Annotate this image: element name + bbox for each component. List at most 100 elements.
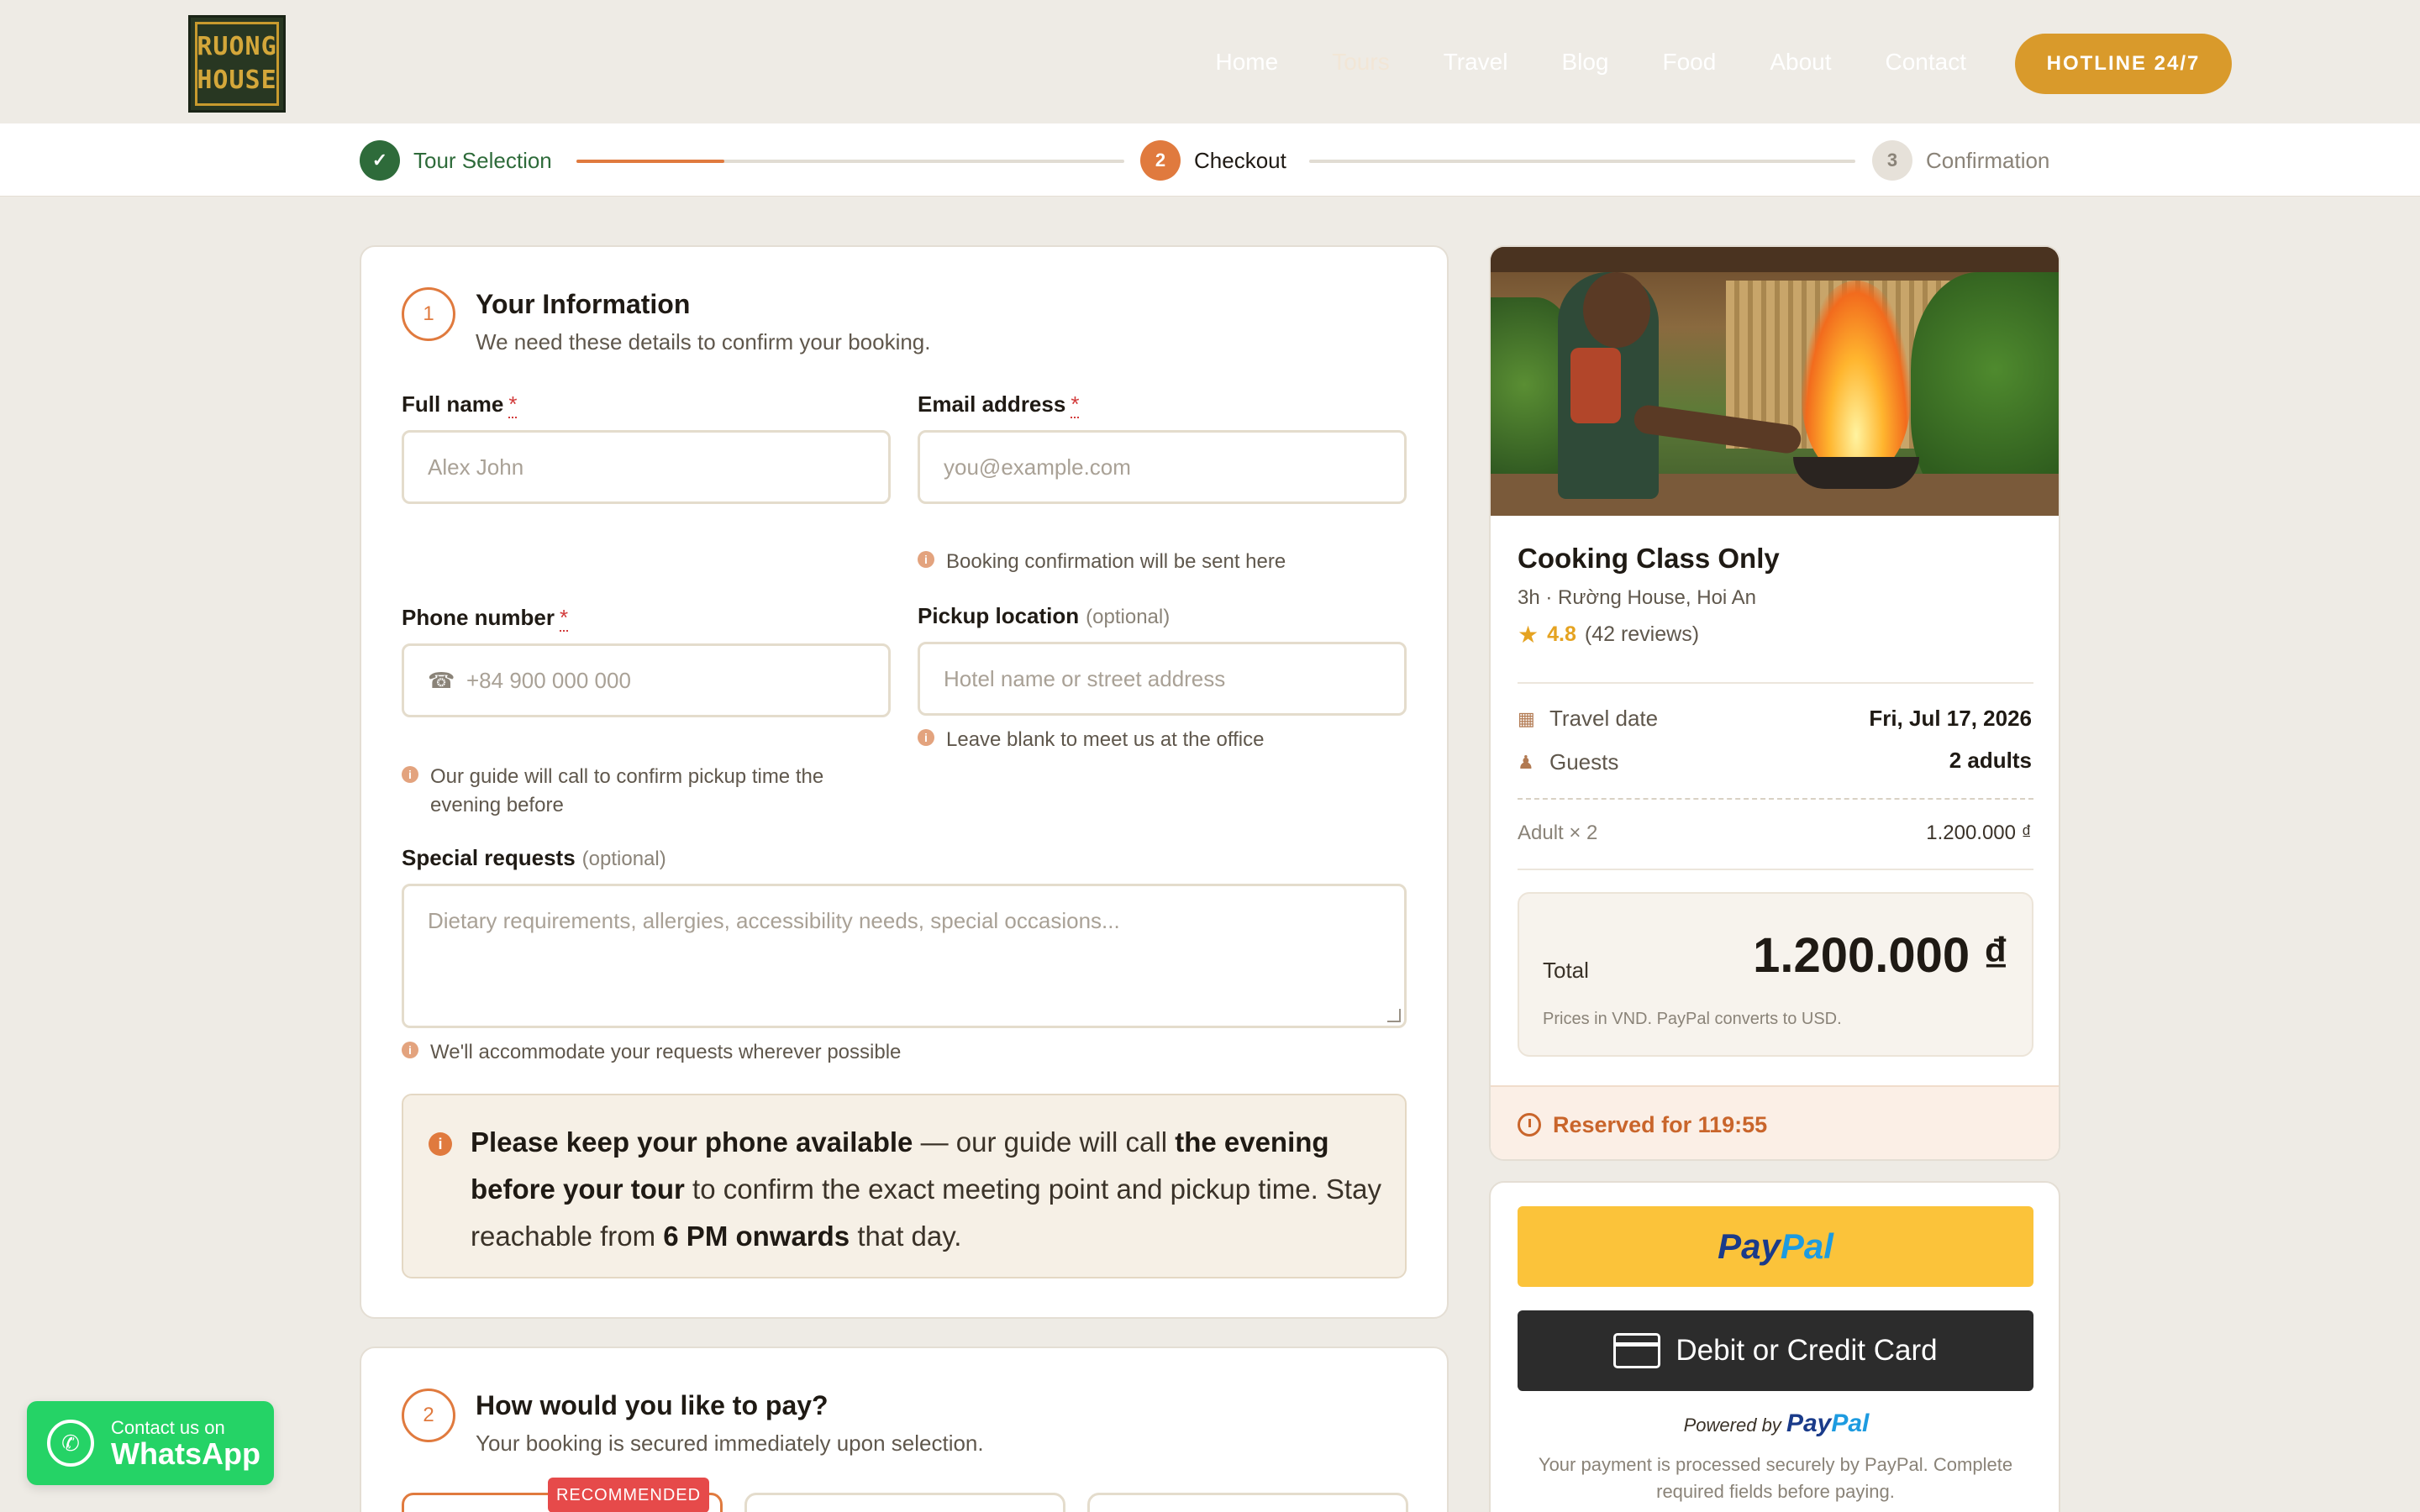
line-item-value: 1.200.000 ₫	[1926, 822, 2032, 844]
paypal-logo: PayPal	[1786, 1410, 1869, 1437]
label-text: Guests	[1549, 749, 1619, 774]
paypal-logo-pay: Pay	[1786, 1410, 1832, 1437]
timer-text: Reserved for 119:55	[1553, 1111, 1768, 1137]
reservation-timer: Reserved for 119:55	[1491, 1085, 2059, 1159]
step-tour-selection[interactable]: ✓ Tour Selection	[360, 140, 552, 181]
special-requests-textarea[interactable]: Dietary requirements, allergies, accessi…	[402, 884, 1407, 1028]
pickup-hint: i Leave blank to meet us at the office	[918, 726, 1264, 754]
paypal-card: Pay Pal Debit or Credit Card Powered by P…	[1489, 1181, 2060, 1512]
phone-input[interactable]: ☎ +84 900 000 000	[402, 643, 891, 717]
section-number: 2	[402, 1389, 455, 1442]
rating-value: 4.8	[1547, 622, 1576, 646]
section-subtitle: Your booking is secured immediately upon…	[476, 1431, 984, 1456]
paypal-button[interactable]: Pay Pal	[1518, 1206, 2033, 1287]
payment-method-card: 2 How would you like to pay? Your bookin…	[360, 1347, 1449, 1512]
notice-span: that day.	[850, 1221, 962, 1252]
debit-credit-card-button[interactable]: Debit or Credit Card	[1518, 1310, 2033, 1391]
divider	[1518, 869, 2033, 870]
guests-label: ♟ Guests	[1518, 749, 1618, 775]
notice-span: — our guide will call	[913, 1126, 1176, 1158]
recommended-badge: RECOMMENDED	[548, 1478, 709, 1512]
payment-option-3[interactable]	[1087, 1493, 1408, 1512]
resize-handle[interactable]	[1387, 1009, 1401, 1022]
label-text: Full name	[402, 391, 504, 417]
total-note: Prices in VND. PayPal converts to USD.	[1543, 1010, 1842, 1028]
step-progress-fill	[576, 160, 725, 163]
requests-hint: i We'll accommodate your requests wherev…	[402, 1038, 901, 1067]
section-title: Your Information	[476, 289, 691, 319]
whatsapp-text: Contact us on WhatsApp	[111, 1417, 260, 1469]
notice-bold: 6 PM onwards	[663, 1221, 850, 1252]
full-name-label: Full name *	[402, 391, 518, 418]
dashed-divider	[1518, 798, 2033, 800]
phone-icon: ☎	[428, 667, 455, 693]
whatsapp-big: WhatsApp	[111, 1436, 260, 1471]
info-icon: i	[402, 766, 418, 783]
email-input[interactable]: you@example.com	[918, 430, 1407, 504]
section-title: How would you like to pay?	[476, 1390, 829, 1420]
info-icon: i	[429, 1132, 452, 1156]
site-logo[interactable]: RUONG HOUSE	[188, 15, 286, 113]
paypal-logo-pal: Pal	[1831, 1410, 1870, 1437]
notice-text: Please keep your phone available — our g…	[471, 1119, 1386, 1260]
payment-option-2[interactable]	[744, 1493, 1065, 1512]
tour-photo	[1491, 247, 2059, 516]
nav-about[interactable]: About	[1770, 49, 1831, 76]
whatsapp-icon: ✆	[47, 1420, 94, 1467]
label-text: Travel date	[1549, 706, 1659, 731]
full-name-input[interactable]: Alex John	[402, 430, 891, 504]
pickup-label: Pickup location (optional)	[918, 603, 1170, 629]
total-label: Total	[1543, 958, 1589, 983]
notice-bold: Please keep your phone available	[471, 1126, 913, 1158]
powered-text: Powered by	[1683, 1415, 1781, 1436]
powered-by-paypal: Powered by PayPal	[1491, 1410, 2062, 1438]
photo-flame	[1802, 281, 1911, 474]
paypal-logo-pay: Pay	[1718, 1226, 1781, 1266]
nav-home[interactable]: Home	[1216, 49, 1279, 76]
label-text: Email address	[918, 391, 1066, 417]
nav-tours[interactable]: Tours	[1332, 49, 1389, 76]
main-nav: Home Tours Travel Blog Food About Contac…	[1216, 49, 1966, 76]
divider	[1518, 682, 2033, 684]
whatsapp-button[interactable]: ✆ Contact us on WhatsApp	[27, 1401, 274, 1485]
photo-roof	[1491, 247, 2059, 272]
section-subtitle: We need these details to confirm your bo…	[476, 329, 931, 354]
label-text: Phone number	[402, 605, 555, 630]
guests-value: 2 adults	[1949, 748, 2032, 773]
booking-summary-card: Cooking Class Only 3h · Rường House, Hoi…	[1489, 245, 2060, 1161]
checkout-stepper: ✓ Tour Selection 2 Checkout 3 Confirmati…	[0, 123, 2420, 197]
total-value: 1.200.000 ₫	[1753, 928, 2008, 983]
tour-meta: 3h · Rường House, Hoi An	[1518, 586, 1756, 609]
step-connector	[1309, 160, 1855, 163]
your-information-card: 1 Your Information We need these details…	[360, 245, 1449, 1319]
step-confirmation: 3 Confirmation	[1872, 140, 2049, 181]
nav-food[interactable]: Food	[1663, 49, 1717, 76]
section-number: 1	[402, 287, 455, 341]
email-hint: i Booking confirmation will be sent here	[918, 548, 1286, 576]
hotline-button[interactable]: HOTLINE 24/7	[2015, 34, 2232, 94]
hint-text: Booking confirmation will be sent here	[946, 550, 1286, 573]
photo-shirt	[1570, 348, 1621, 423]
nav-blog[interactable]: Blog	[1561, 49, 1608, 76]
nav-contact[interactable]: Contact	[1886, 49, 1967, 76]
pickup-location-input[interactable]: Hotel name or street address	[918, 642, 1407, 716]
logo-line-2: HOUSE	[197, 66, 277, 95]
logo-frame: RUONG HOUSE	[195, 22, 279, 106]
step-number: 3	[1872, 140, 1912, 181]
label-text: Pickup location	[918, 603, 1080, 628]
step-number: 2	[1140, 140, 1181, 181]
step-label: Tour Selection	[413, 147, 552, 173]
calendar-icon: ▦	[1518, 707, 1535, 729]
travel-date-value: Fri, Jul 17, 2026	[1869, 706, 2032, 731]
phone-label: Phone number *	[402, 605, 569, 632]
star-icon: ★	[1518, 622, 1539, 648]
label-text: Special requests	[402, 845, 576, 870]
info-icon: i	[918, 551, 934, 568]
info-icon: i	[918, 729, 934, 746]
review-count: (42 reviews)	[1584, 622, 1700, 646]
info-icon: i	[402, 1042, 418, 1058]
photo-pan	[1793, 457, 1919, 489]
total-box: Total 1.200.000 ₫ Prices in VND. PayPal …	[1518, 892, 2033, 1057]
placeholder: Dietary requirements, allergies, accessi…	[428, 908, 1120, 933]
nav-travel[interactable]: Travel	[1444, 49, 1508, 76]
